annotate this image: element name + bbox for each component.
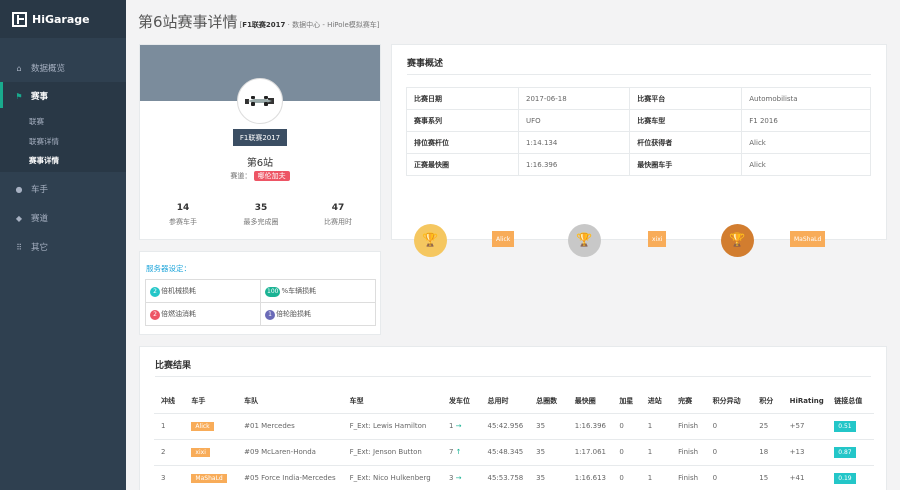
driver-tag[interactable]: MaShaLd: [191, 474, 227, 483]
nav-item-events[interactable]: ⚑ 赛事: [0, 82, 126, 110]
podium-first-driver[interactable]: Alick: [492, 231, 515, 247]
user-icon: ●: [15, 184, 23, 194]
podium-second-driver[interactable]: xixi: [648, 231, 667, 247]
results-title: 比赛结果: [155, 361, 192, 371]
driver-tag[interactable]: Alick: [191, 422, 214, 431]
station-name: 第6站: [246, 158, 274, 169]
table-row[interactable]: 1 Alick #01 Mercedes F_Ext: Lewis Hamilt…: [154, 413, 874, 440]
overview-row: 正赛最快圈 1:16.396 最快圈车手 Alick: [406, 153, 871, 176]
nav-label: 赛道: [31, 214, 49, 224]
track-row: 赛道： 哪伦加夫: [140, 171, 380, 181]
submenu-item-league[interactable]: 联赛: [29, 116, 44, 127]
grid-change-icon: →: [455, 422, 462, 430]
link-value-badge[interactable]: 0.51: [834, 421, 856, 432]
overview-row: 排位赛杆位 1:14.134 杆位获得者 Alick: [406, 131, 871, 154]
link-value-badge[interactable]: 0.19: [834, 473, 856, 484]
nav-label: 车手: [31, 185, 49, 195]
trophy-gold-icon: 🏆: [414, 224, 447, 257]
overview-title: 赛事概述: [407, 59, 444, 69]
setting-badge: 2: [150, 309, 160, 320]
breadcrumb: [F1联赛2017 · 数据中心 - HiPole模拟赛车]: [239, 21, 380, 29]
nav-item-overview[interactable]: ⌂ 数据概览: [0, 54, 126, 82]
overview-table: 比赛日期 2017-06-18 比赛平台 Automobilista 赛事系列 …: [406, 87, 871, 176]
nav-item-other[interactable]: ⠿ 其它: [0, 233, 126, 261]
f1-car-icon: [245, 96, 274, 106]
stat-label: 最多完成圈: [243, 218, 279, 226]
driver-tag[interactable]: xixi: [191, 448, 210, 457]
map-marker-icon: ◆: [15, 213, 23, 223]
page-title: 第6站赛事详情 [F1联赛2017 · 数据中心 - HiPole模拟赛车]: [138, 11, 380, 32]
setting-badge: 100: [265, 286, 281, 297]
home-icon: ⌂: [16, 63, 22, 73]
stat-value: 47: [331, 203, 345, 213]
nav-item-tracks[interactable]: ◆ 赛道: [0, 204, 126, 232]
link-value-badge[interactable]: 0.87: [834, 447, 856, 458]
table-row[interactable]: 3 MaShaLd #05 Force India-Mercedes F_Ext…: [154, 465, 874, 490]
stat-value: 14: [176, 203, 190, 213]
track-badge[interactable]: 哪伦加夫: [253, 171, 290, 181]
trophy-bronze-icon: 🏆: [721, 224, 754, 257]
stat-label: 参赛车手: [169, 218, 197, 226]
track-label: 赛道：: [230, 172, 252, 180]
divider: [407, 74, 871, 75]
app-name: HiGarage: [32, 12, 90, 26]
events-submenu: [0, 108, 126, 172]
stat-drivers: 14 参赛车手: [143, 203, 223, 227]
setting-badge: 2: [150, 286, 160, 297]
results-header-row: 冲线 车手 车队 车型 发车位 总用时 总圈数 最快圈 加星 进站 完赛 积分异…: [154, 389, 874, 414]
nav-label: 数据概览: [31, 64, 66, 74]
sidebar: HiGarage ⌂ 数据概览 ⚑ 赛事 联赛 联赛详情 赛事详情 ● 车手 ◆…: [0, 0, 126, 490]
server-setting: 2 倍机械损耗: [145, 279, 261, 303]
logo-icon: [12, 11, 27, 27]
server-settings-card: 服务器设定： 2 倍机械损耗 100 %车辆损耗 2 倍燃油消耗 1 倍轮胎损耗: [139, 251, 381, 335]
breadcrumb-league[interactable]: F1联赛2017: [242, 21, 285, 29]
event-overview-card: 赛事概述 比赛日期 2017-06-18 比赛平台 Automobilista …: [391, 44, 887, 257]
grid-change-icon: ↑: [455, 448, 462, 456]
app-logo[interactable]: HiGarage: [0, 0, 126, 38]
stat-duration: 47 比赛用时: [298, 203, 378, 227]
nav-label: 其它: [31, 243, 49, 253]
server-setting: 2 倍燃油消耗: [145, 302, 261, 326]
trophy-silver-icon: 🏆: [568, 224, 601, 257]
overview-row: 赛事系列 UFO 比赛车型 F1 2016: [406, 109, 871, 132]
page-title-text: 第6站赛事详情: [138, 13, 238, 31]
event-profile-card: F1联赛2017 第6站 赛道： 哪伦加夫 14 参赛车手 35 最多完成圈 4…: [139, 44, 381, 240]
server-setting: 1 倍轮胎损耗: [260, 302, 376, 326]
stat-label: 比赛用时: [324, 218, 352, 226]
car-avatar: [237, 78, 283, 124]
setting-badge: 1: [265, 309, 275, 320]
server-setting: 100 %车辆损耗: [260, 279, 376, 303]
nav-label: 赛事: [31, 92, 49, 102]
breadcrumb-rest: · 数据中心 - HiPole模拟赛车: [285, 21, 377, 29]
grid-change-icon: →: [455, 474, 462, 482]
server-settings-table: 2 倍机械损耗 100 %车辆损耗 2 倍燃油消耗 1 倍轮胎损耗: [145, 279, 376, 326]
divider: [155, 376, 871, 377]
overview-row: 比赛日期 2017-06-18 比赛平台 Automobilista: [406, 87, 871, 110]
race-results-card: 比赛结果 冲线 车手 车队 车型 发车位 总用时 总圈数 最快圈 加星 进站 完…: [139, 346, 887, 490]
stat-laps: 35 最多完成圈: [221, 203, 301, 227]
submenu-item-league-detail[interactable]: 联赛详情: [29, 136, 59, 147]
submenu-item-event-detail[interactable]: 赛事详情: [29, 155, 59, 166]
podium-third-driver[interactable]: MaShaLd: [790, 231, 826, 247]
table-row[interactable]: 2 xixi #09 McLaren-Honda F_Ext: Jenson B…: [154, 439, 874, 466]
server-settings-title: 服务器设定：: [146, 264, 191, 273]
league-tag[interactable]: F1联赛2017: [233, 129, 287, 146]
nav-item-drivers[interactable]: ● 车手: [0, 175, 126, 203]
stat-value: 35: [254, 203, 268, 213]
flag-icon: ⚑: [15, 91, 23, 101]
grid-icon: ⠿: [16, 242, 22, 252]
results-table: 冲线 车手 车队 车型 发车位 总用时 总圈数 最快圈 加星 进站 完赛 积分异…: [154, 389, 874, 490]
